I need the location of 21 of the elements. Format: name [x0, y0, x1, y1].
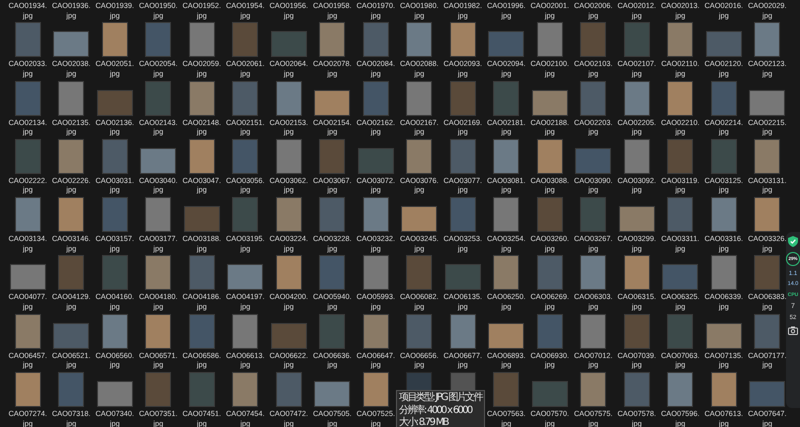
- tooltip-text: 大小: 8.79 MB: [399, 417, 448, 427]
- photo-placeholder[interactable]: [710, 372, 737, 408]
- photo-placeholder[interactable]: [401, 206, 438, 232]
- camera-icon[interactable]: [788, 326, 798, 334]
- photo-placeholder[interactable]: [450, 22, 476, 58]
- photo-placeholder[interactable]: [362, 372, 389, 408]
- photo-placeholder[interactable]: [102, 22, 128, 58]
- tooltip-text: 项目类型: JPG 图片文件: [399, 392, 482, 404]
- photo-placeholder[interactable]: [145, 314, 172, 349]
- photo-placeholder[interactable]: [276, 255, 302, 290]
- photo-placeholder[interactable]: [58, 197, 84, 232]
- photo-placeholder[interactable]: [14, 372, 41, 408]
- photo-placeholder[interactable]: [536, 138, 563, 174]
- shield-check-icon[interactable]: [788, 236, 798, 247]
- photo-placeholder[interactable]: [188, 138, 215, 174]
- photo-placeholder[interactable]: [314, 90, 350, 116]
- photo-placeholder[interactable]: [667, 80, 694, 116]
- photo-placeholder[interactable]: [488, 322, 524, 349]
- photo-placeholder[interactable]: [754, 197, 780, 232]
- photo-placeholder[interactable]: [624, 255, 650, 290]
- tooltip-text: 分辨率: 4000 x 6000: [399, 404, 472, 416]
